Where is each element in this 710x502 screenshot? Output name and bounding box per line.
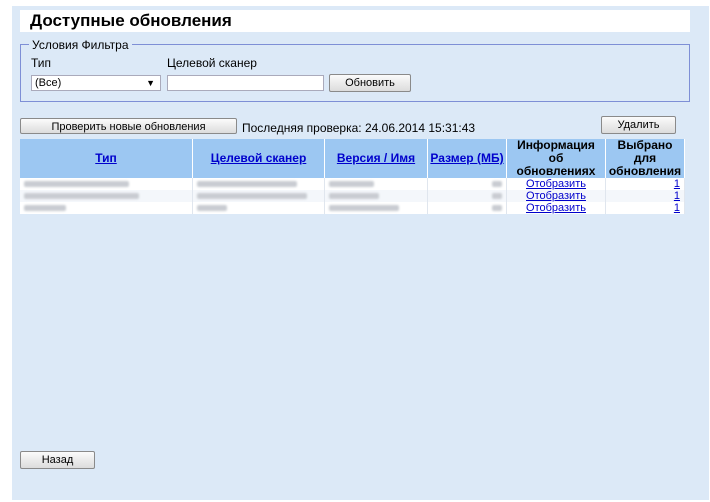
selected-link[interactable]: 1: [674, 202, 680, 214]
cell-scanner: [192, 190, 325, 202]
check-updates-button[interactable]: Проверить новые обновления немедленно: [20, 118, 237, 149]
back-button[interactable]: Назад: [20, 451, 95, 469]
sort-type-link[interactable]: Тип: [95, 151, 117, 165]
cell-info: Отобразить: [506, 190, 606, 202]
header-scanner[interactable]: Целевой сканер: [192, 139, 325, 178]
header-info: Информация об обновлениях: [506, 139, 606, 178]
selected-link[interactable]: 1: [674, 178, 680, 190]
table-header-row: Тип Целевой сканер Версия / Имя Размер (…: [20, 139, 685, 178]
cell-version: [324, 202, 428, 214]
cell-info: Отобразить: [506, 178, 606, 190]
table-row: Отобразить 1: [20, 202, 685, 214]
page-title: Доступные обновления: [30, 11, 232, 30]
filter-legend: Условия Фильтра: [29, 38, 132, 52]
cell-selected: 1: [605, 190, 685, 202]
filter-panel: Условия Фильтра Тип Целевой сканер (Все)…: [20, 38, 690, 102]
updates-table: Тип Целевой сканер Версия / Имя Размер (…: [20, 139, 685, 214]
header-version[interactable]: Версия / Имя: [324, 139, 428, 178]
type-select[interactable]: (Все) ▼: [31, 75, 161, 91]
sort-size-link[interactable]: Размер (МБ): [430, 151, 503, 165]
table-row: Отобразить 1: [20, 178, 685, 190]
refresh-button[interactable]: Обновить: [329, 74, 411, 92]
delete-button[interactable]: Удалить: [601, 116, 676, 134]
cell-scanner: [192, 178, 325, 190]
type-select-value: (Все): [35, 77, 62, 89]
table-row: Отобразить 1: [20, 190, 685, 202]
cell-size: [427, 190, 507, 202]
info-link[interactable]: Отобразить: [526, 178, 586, 190]
cell-info: Отобразить: [506, 202, 606, 214]
sort-version-link[interactable]: Версия / Имя: [337, 151, 415, 165]
cell-selected: 1: [605, 178, 685, 190]
chevron-down-icon: ▼: [146, 78, 155, 88]
header-type[interactable]: Тип: [20, 139, 193, 178]
cell-version: [324, 178, 428, 190]
sort-scanner-link[interactable]: Целевой сканер: [211, 151, 307, 165]
cell-type: [20, 190, 193, 202]
scanner-label: Целевой сканер: [167, 56, 257, 70]
last-check-text: Последняя проверка: 24.06.2014 15:31:43: [242, 121, 476, 135]
cell-version: [324, 190, 428, 202]
info-link[interactable]: Отобразить: [526, 190, 586, 202]
cell-scanner: [192, 202, 325, 214]
scanner-input[interactable]: [167, 75, 324, 91]
cell-size: [427, 202, 507, 214]
title-bar: Доступные обновления: [20, 10, 690, 32]
cell-type: [20, 178, 193, 190]
type-label: Тип: [31, 56, 52, 70]
cell-size: [427, 178, 507, 190]
cell-type: [20, 202, 193, 214]
header-selected: Выбрано для обновления: [605, 139, 685, 178]
cell-selected: 1: [605, 202, 685, 214]
header-size[interactable]: Размер (МБ): [427, 139, 507, 178]
info-link[interactable]: Отобразить: [526, 202, 586, 214]
selected-link[interactable]: 1: [674, 190, 680, 202]
